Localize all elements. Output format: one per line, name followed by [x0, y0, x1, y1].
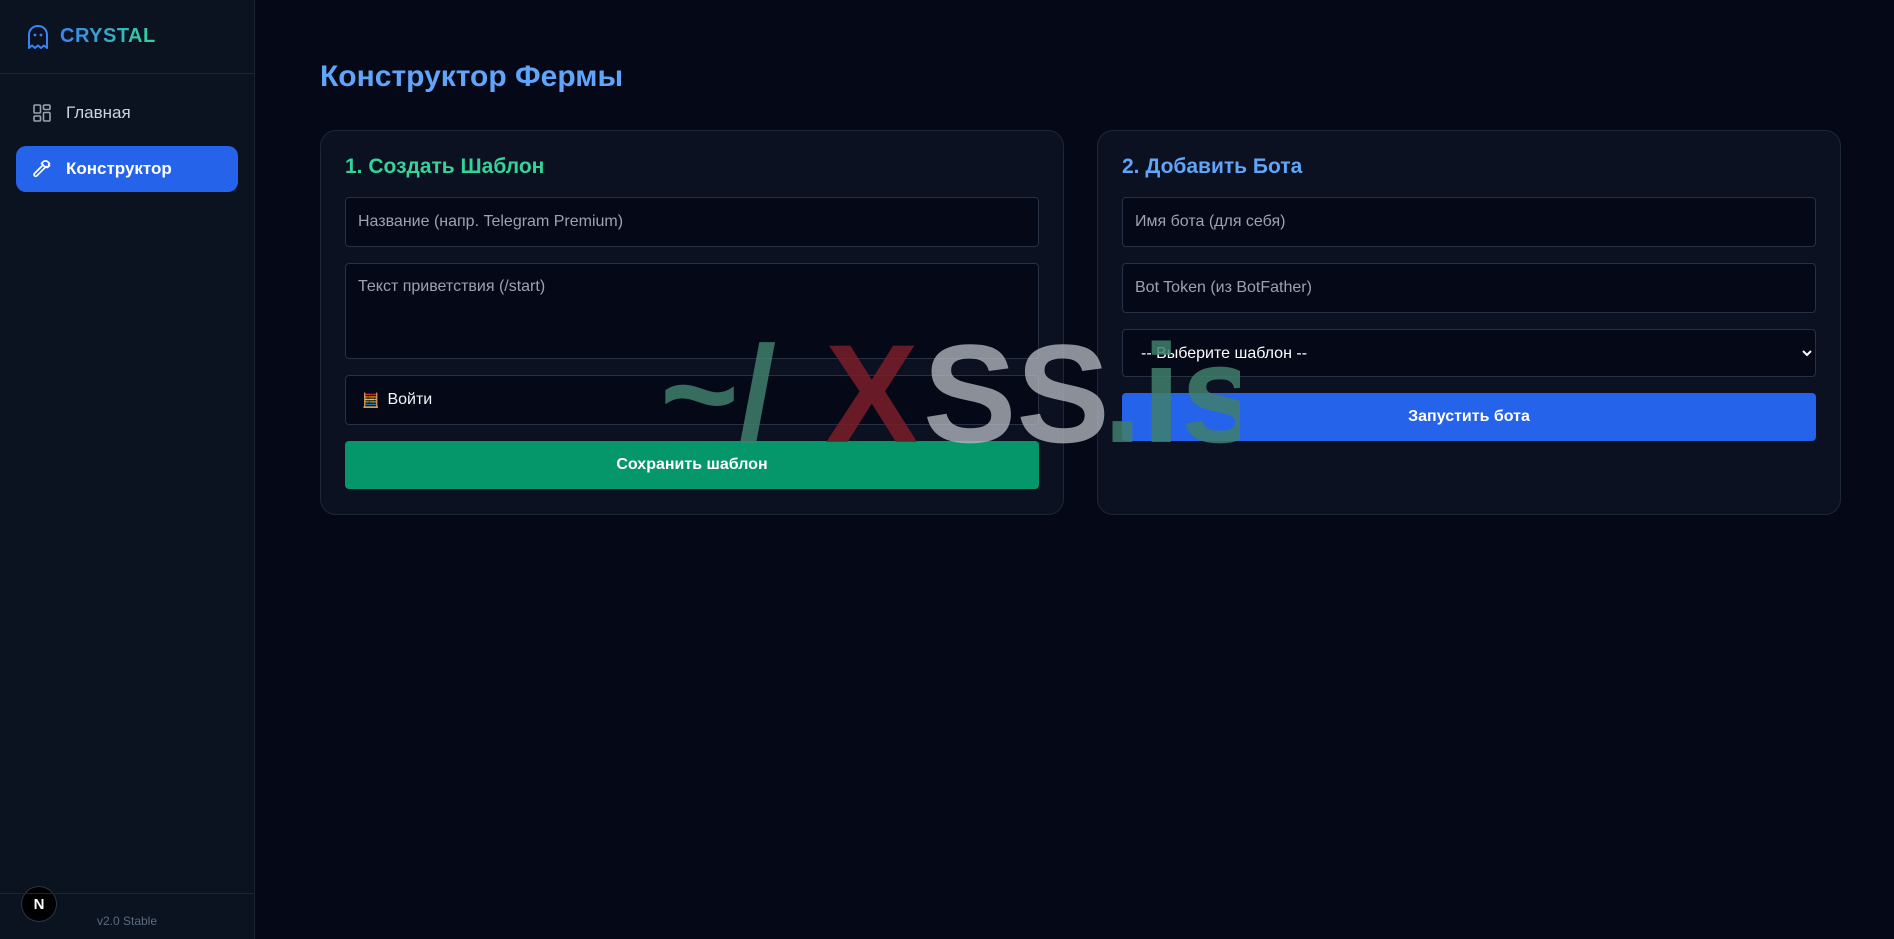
ghost-icon	[28, 24, 48, 49]
hammer-icon	[33, 160, 51, 178]
bot-name-input[interactable]	[1122, 197, 1816, 247]
dashboard-icon	[33, 104, 51, 122]
brand-name: CRYSTAL	[60, 25, 156, 47]
sidebar-item-constructor[interactable]: Конструктор	[16, 146, 238, 192]
add-bot-card: 2. Добавить Бота -- Выберите шаблон -- З…	[1097, 130, 1841, 515]
bot-token-input[interactable]	[1122, 263, 1816, 313]
brand[interactable]: CRYSTAL	[0, 0, 254, 74]
launch-bot-button[interactable]: Запустить бота	[1122, 393, 1816, 441]
sidebar-item-label: Главная	[66, 103, 131, 122]
create-template-heading: 1. Создать Шаблон	[345, 155, 545, 178]
button-text-input[interactable]: 🧮 Войти	[345, 375, 1039, 425]
template-name-input[interactable]	[345, 197, 1039, 247]
greeting-text-input[interactable]	[345, 263, 1039, 359]
create-template-card: 1. Создать Шаблон 🧮 Войти Сохранить шабл…	[320, 130, 1064, 515]
sidebar-nav: Главная Конструктор	[0, 74, 254, 218]
sidebar-item-home[interactable]: Главная	[16, 90, 238, 136]
sidebar: CRYSTAL Главная Конструктор N v2.0 Stabl…	[0, 0, 255, 939]
page-title: Конструктор Фермы	[320, 60, 624, 93]
add-bot-heading: 2. Добавить Бота	[1122, 155, 1303, 178]
template-select[interactable]: -- Выберите шаблон --	[1122, 329, 1816, 377]
abacus-icon: 🧮	[362, 391, 380, 408]
sidebar-item-label: Конструктор	[66, 159, 172, 178]
sidebar-footer: v2.0 Stable	[0, 893, 254, 939]
button-text-value: Войти	[387, 391, 433, 408]
version-label: v2.0 Stable	[96, 913, 158, 928]
save-template-button[interactable]: Сохранить шаблон	[345, 441, 1039, 489]
